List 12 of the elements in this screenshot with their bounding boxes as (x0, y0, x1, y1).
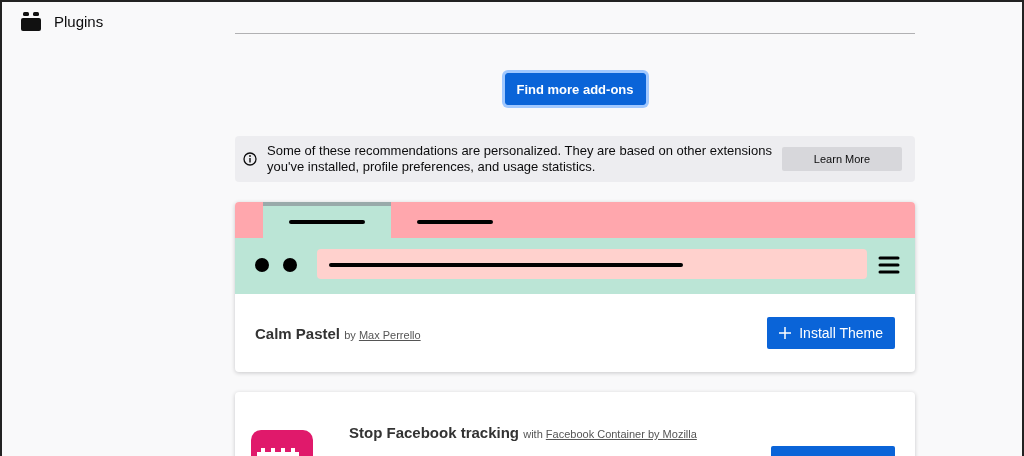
card-title: Calm Pastel by Max Perrello (255, 324, 421, 342)
card-title: Stop Facebook tracking with Facebook Container by Mozilla (349, 424, 697, 441)
notice-text: Some of these recommendations are personalized. They are based on other extensions you've installed, profile preferences, and usage statistics. (267, 143, 772, 175)
author-link[interactable]: Facebook Container by Mozilla (545, 428, 697, 440)
plus-icon (779, 327, 792, 339)
learn-more-button[interactable]: Learn More (782, 147, 902, 171)
plugin-icon (20, 10, 42, 32)
author-link[interactable]: Max Perrello (358, 328, 421, 341)
find-more-button[interactable]: Find more add-ons (504, 73, 646, 105)
info-icon (243, 152, 257, 166)
install-theme-button[interactable]: Install Theme (767, 317, 895, 349)
sidebar-item[interactable]: Plugins (20, 10, 235, 32)
